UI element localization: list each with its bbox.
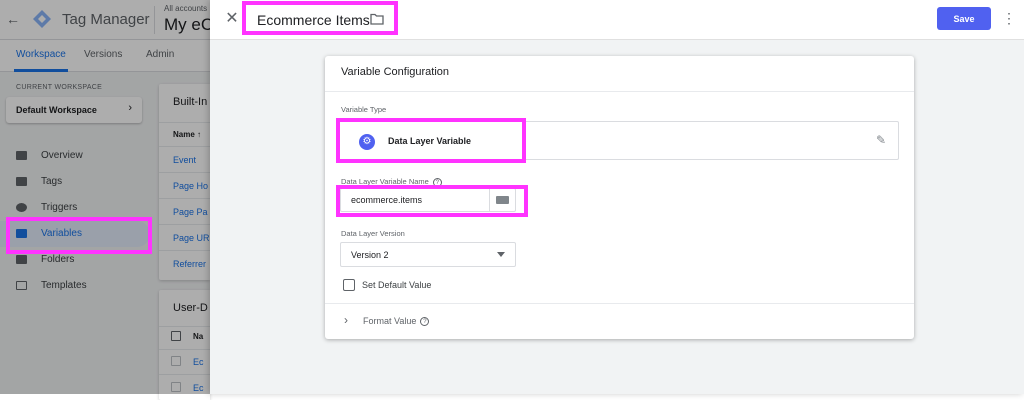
more-vert-icon[interactable]: ⋮ bbox=[1002, 8, 1016, 28]
format-value-section[interactable]: › Format Value? bbox=[325, 304, 914, 339]
dlv-version-label: Data Layer Version bbox=[341, 229, 405, 238]
divider bbox=[325, 91, 914, 92]
variable-type-label: Variable Type bbox=[341, 105, 387, 114]
variable-configuration-card: Variable Configuration Variable Type ⚙ D… bbox=[325, 56, 914, 339]
set-default-label[interactable]: Set Default Value bbox=[362, 280, 431, 290]
format-value-label-text: Format Value bbox=[363, 316, 417, 326]
save-button[interactable]: Save bbox=[937, 7, 991, 30]
pencil-icon[interactable]: ✎ bbox=[876, 133, 886, 147]
editor-header: ✕ Ecommerce Items Save ⋮ bbox=[210, 0, 1024, 40]
variable-name-title[interactable]: Ecommerce Items bbox=[257, 12, 370, 28]
folder-icon[interactable] bbox=[370, 13, 384, 25]
close-icon[interactable]: ✕ bbox=[222, 9, 242, 29]
card-title: Variable Configuration bbox=[341, 66, 450, 78]
dlv-version-select[interactable]: Version 2 bbox=[340, 242, 516, 267]
dlv-version-value: Version 2 bbox=[351, 250, 389, 260]
variable-editor-panel: ✕ Ecommerce Items Save ⋮ Variable Config… bbox=[210, 0, 1024, 394]
set-default-checkbox[interactable] bbox=[343, 279, 355, 291]
highlight-dlv-name bbox=[336, 185, 528, 217]
help-icon[interactable]: ? bbox=[420, 317, 430, 327]
modal-scrim bbox=[0, 0, 210, 394]
highlight-variable-type bbox=[336, 118, 526, 163]
chevron-right-icon: › bbox=[344, 313, 348, 327]
dropdown-arrow-icon bbox=[497, 252, 505, 257]
highlight-title: Ecommerce Items bbox=[242, 1, 398, 35]
format-value-label: Format Value? bbox=[363, 316, 430, 327]
highlight-variables-nav bbox=[6, 217, 152, 254]
